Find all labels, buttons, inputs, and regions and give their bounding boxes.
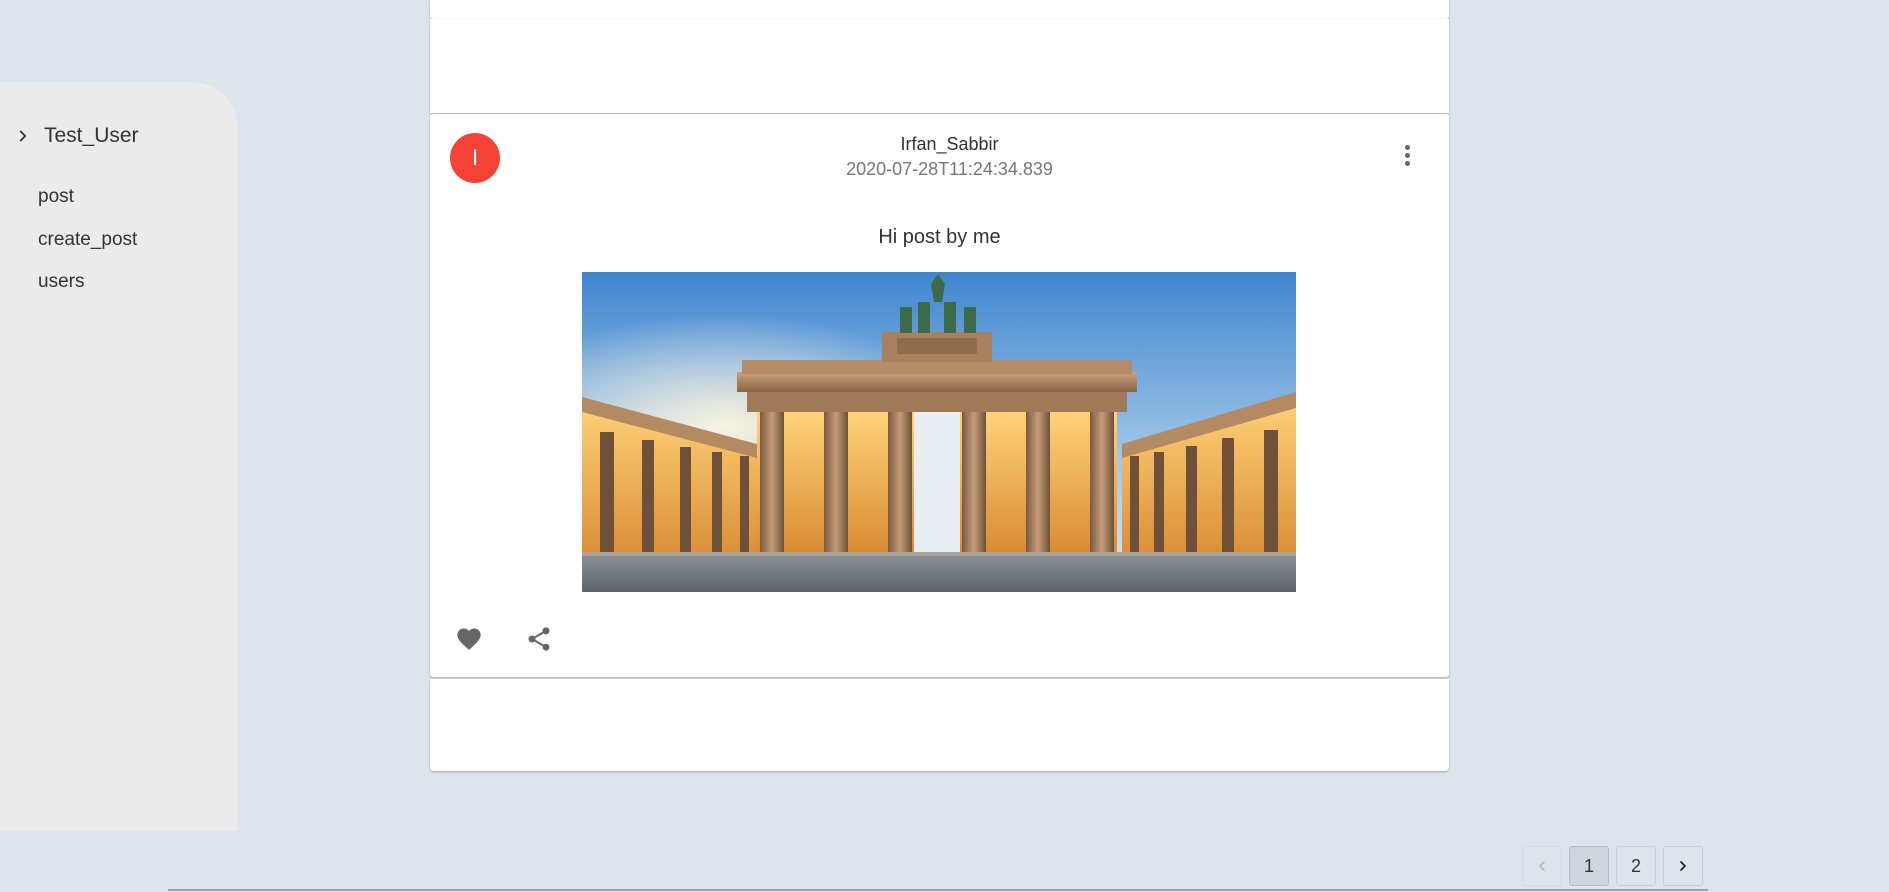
more-vertical-icon — [1404, 144, 1410, 150]
chevron-right-icon — [1680, 861, 1686, 871]
like-button[interactable] — [454, 624, 484, 654]
chevron-left-icon — [1539, 861, 1545, 871]
sidebar-item-create-post[interactable]: create_post — [38, 229, 137, 251]
brandenburg-gate-image — [582, 272, 1296, 592]
heart-icon — [457, 628, 481, 650]
sidebar-user-toggle[interactable]: Test_User — [14, 124, 139, 148]
sidebar: Test_User post create_post users — [0, 82, 238, 831]
post-author: Irfan_Sabbir — [900, 134, 999, 154]
sidebar-user-label: Test_User — [44, 124, 139, 147]
sidebar-item-users[interactable]: users — [38, 271, 84, 293]
pagination: 1 2 — [1522, 846, 1703, 886]
card-spacer — [430, 19, 1449, 113]
post-text: Hi post by me — [878, 226, 1001, 248]
next-page-button[interactable] — [1663, 846, 1703, 886]
post-actions — [454, 624, 554, 654]
page-button-1[interactable]: 1 — [1569, 846, 1609, 886]
page: Test_User post create_post users I Irfan… — [0, 0, 1889, 892]
chevron-right-icon — [19, 130, 27, 142]
prev-page-button[interactable] — [1522, 846, 1562, 886]
share-button[interactable] — [524, 624, 554, 654]
post-card: I Irfan_Sabbir 2020-07-28T11:24:34.839 H… — [430, 114, 1449, 677]
divider — [168, 889, 1708, 891]
post-image — [582, 272, 1296, 592]
more-options-button[interactable] — [1395, 140, 1419, 170]
page-button-2[interactable]: 2 — [1616, 846, 1656, 886]
sidebar-item-post[interactable]: post — [38, 186, 74, 208]
share-icon — [528, 627, 550, 651]
post-timestamp: 2020-07-28T11:24:34.839 — [846, 159, 1053, 179]
previous-post-card — [430, 0, 1449, 19]
card-spacer-bottom — [430, 679, 1449, 771]
